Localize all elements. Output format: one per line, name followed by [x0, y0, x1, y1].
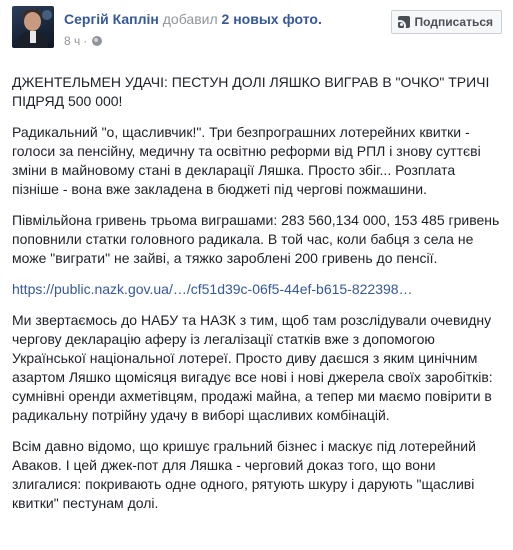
- author-name-link[interactable]: Сергій Каплін: [64, 11, 159, 27]
- post-paragraph: Всім давно відомо, що кришує гральний бі…: [12, 438, 476, 511]
- rss-icon: [397, 16, 410, 28]
- author-line: Сергій Каплін добавил 2 новых фото.: [64, 11, 322, 27]
- follow-button-label: Подписаться: [414, 15, 493, 29]
- post-timestamp[interactable]: 8 ч: [64, 34, 80, 48]
- post-header: Сергій Каплін добавил 2 новых фото. 8 ч …: [12, 6, 502, 52]
- avatar[interactable]: [12, 6, 54, 48]
- post-paragraph: Ми звертаємось до НАБУ та НАЗК з тим, що…: [12, 312, 493, 423]
- facebook-post: Сергій Каплін добавил 2 новых фото. 8 ч …: [0, 0, 513, 550]
- post-paragraph: Радикальний "о, щасливчик!". Три безпрог…: [12, 124, 481, 197]
- post-paragraph: Півмільйона гривень трьома виграшами: 28…: [12, 212, 500, 266]
- post-body: ДЖЕНТЕЛЬМЕН УДАЧІ: ПЕСТУН ДОЛІ ЛЯШКО ВИГ…: [12, 73, 504, 525]
- declaration-link[interactable]: https://public.nazk.gov.ua/…/cf51d39c-06…: [12, 281, 413, 297]
- follow-button[interactable]: Подписаться: [390, 10, 502, 34]
- globe-icon[interactable]: [92, 36, 103, 46]
- post-meta: 8 ч ·: [64, 34, 103, 48]
- action-text: добавил: [162, 11, 218, 27]
- photos-link[interactable]: 2 новых фото.: [222, 11, 322, 27]
- post-headline: ДЖЕНТЕЛЬМЕН УДАЧІ: ПЕСТУН ДОЛІ ЛЯШКО ВИГ…: [12, 74, 490, 109]
- meta-separator: ·: [83, 34, 88, 48]
